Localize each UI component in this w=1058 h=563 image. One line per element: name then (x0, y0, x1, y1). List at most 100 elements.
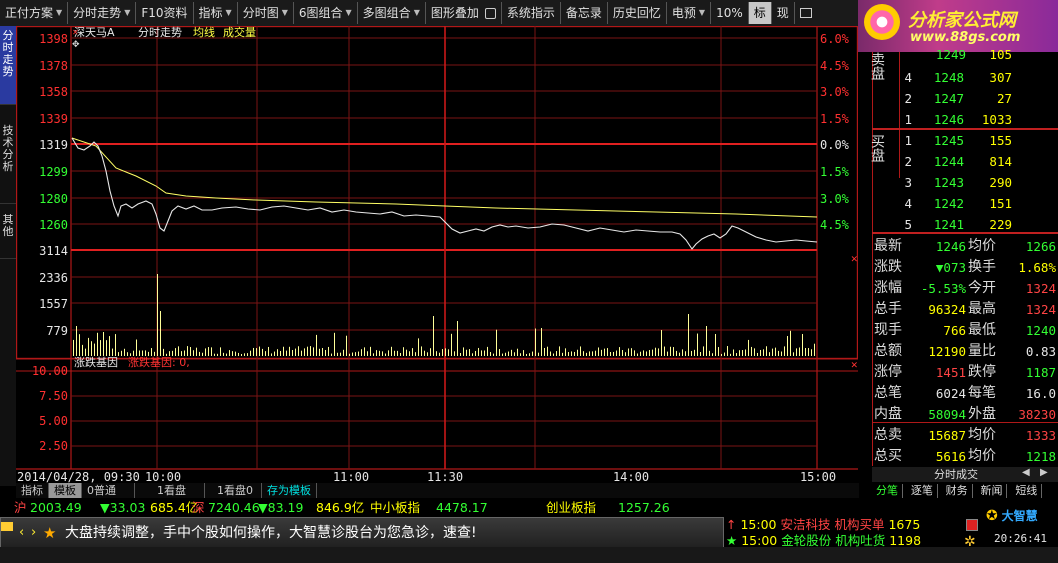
tab-ticks[interactable]: 分笔 (872, 484, 903, 498)
volume-bar (295, 348, 296, 356)
volume-bar (217, 353, 218, 356)
volume-bar (202, 352, 203, 356)
volume-bar (481, 350, 482, 356)
volume-bar (238, 352, 239, 356)
volume-bar (91, 341, 92, 356)
toolbar-plan-button[interactable]: 正付方案 ▼ (0, 2, 69, 24)
volume-bar (730, 353, 731, 356)
arrow-right-icon[interactable]: ▶ (1040, 467, 1048, 478)
tab-intraday[interactable]: 分时走势 (0, 26, 16, 105)
volume-bar (796, 348, 797, 356)
volume-bar (811, 349, 812, 356)
volume-bar (649, 350, 650, 356)
toolbar-intraday-button[interactable]: 分时走势 ▼ (68, 2, 137, 24)
toolbar-timechart-button[interactable]: 分时图 ▼ (238, 2, 294, 24)
volume-bar (793, 352, 794, 356)
volume-bar (418, 338, 419, 356)
svg-text:779: 779 (46, 324, 68, 338)
news-text[interactable]: 大盘持续调整，手中个股如何操作，大智慧诊股台为您急诊，速查! (65, 518, 477, 548)
volume-bar (610, 351, 611, 356)
volume-bar (736, 353, 737, 356)
volume-bar (73, 339, 74, 356)
alert-row[interactable]: ↑ 15:00 安洁科技 机构买单 1675 (726, 517, 920, 533)
volume-bar (433, 316, 434, 356)
toolbar-multigrid-button[interactable]: 多图组合 ▼ (358, 2, 426, 24)
tab-technical[interactable]: 技术分析 (0, 121, 16, 204)
close-icon[interactable]: ✕ (72, 28, 79, 37)
arrow-left-icon[interactable]: ◀ (1022, 467, 1030, 478)
volume-bar (76, 326, 77, 356)
volume-bar (568, 352, 569, 356)
tab-trades[interactable]: 逐笔 (907, 484, 938, 498)
tab-news[interactable]: 新闻 (976, 484, 1008, 498)
tab-shortline[interactable]: 短线 (1011, 484, 1043, 498)
chevron-down-icon: ▼ (345, 8, 352, 17)
volume-bar (487, 346, 488, 356)
volume-bar (430, 348, 431, 356)
tab-indicator[interactable]: 指标 (16, 483, 49, 498)
volume-bar (391, 346, 392, 356)
toolbar-percent-button[interactable]: 10% (711, 2, 749, 24)
toolbar-mark-button[interactable]: 标 (748, 2, 772, 24)
volume-bar (766, 346, 767, 356)
toolbar-close-button[interactable] (795, 2, 817, 24)
quote-row: 总笔 6024 每笔 16.0 (874, 385, 1056, 401)
template-tabs: 指标 模板 0普通 1看盘 1看盘0 存为模板 (16, 483, 859, 498)
tab-other[interactable]: 其他 (0, 210, 16, 259)
volume-bar (289, 346, 290, 356)
toolbar-system-button[interactable]: 系统指示 (502, 2, 561, 24)
toolbar-indicator-button[interactable]: 指标 ▼ (194, 2, 238, 24)
stop-icon[interactable] (966, 519, 978, 531)
tab-template[interactable]: 模板 (49, 483, 82, 498)
volume-bar (346, 335, 347, 356)
volume-bar (310, 346, 311, 356)
envelope-icon[interactable] (1, 522, 13, 531)
volume-bar (745, 349, 746, 356)
toolbar-alert-button[interactable]: 电预 ▼ (667, 2, 712, 24)
close-icon[interactable]: ✕ (850, 255, 858, 265)
volume-bar (637, 353, 638, 356)
volume-bar (316, 334, 317, 356)
news-bar[interactable]: ‹ › ★ 大盘持续调整，手中个股如何操作，大智慧诊股台为您急诊，速查! (0, 517, 724, 549)
volume-axis: 3114 2336 1557 779 (39, 244, 68, 338)
pin-icon[interactable]: ✥ (72, 40, 80, 50)
svg-text:4.5%: 4.5% (820, 59, 850, 73)
svg-text:1280: 1280 (39, 192, 68, 206)
stock-name: 深天马A (74, 26, 115, 39)
volume-bar (85, 348, 86, 356)
tab-finance[interactable]: 财务 (942, 484, 973, 498)
volume-bar (439, 352, 440, 356)
toolbar-overlay-button[interactable]: 图形叠加 (426, 2, 502, 24)
close-icon[interactable]: ✕ (850, 361, 858, 371)
tab-normal[interactable]: 0普通 (82, 483, 135, 498)
volume-bar (268, 346, 269, 356)
volume-bar (592, 351, 593, 356)
toolbar-6grid-button[interactable]: 6图组合 ▼ (294, 2, 358, 24)
volume-bar (256, 348, 257, 356)
tab-watch[interactable]: 1看盘 (135, 483, 205, 498)
volume-bar (292, 350, 293, 356)
toolbar-now-button[interactable]: 现 (772, 2, 795, 24)
svg-text:0.0%: 0.0% (820, 138, 850, 152)
prev-news-icon[interactable]: ‹ (19, 518, 24, 548)
volume-bar (547, 346, 548, 356)
volume-bar (415, 352, 416, 356)
tab-save-template[interactable]: 存为模板 (262, 483, 317, 498)
volume-bar (808, 348, 809, 356)
volume-bar (304, 348, 305, 356)
volume-bar (619, 347, 620, 356)
volume-bar (223, 352, 224, 356)
next-news-icon[interactable]: › (31, 518, 36, 548)
toolbar-history-button[interactable]: 历史回忆 (608, 2, 667, 24)
toolbar-f10-button[interactable]: F10资料 (136, 2, 194, 24)
volume-bar (760, 349, 761, 356)
volume-bar (529, 353, 530, 356)
volume-bar (442, 349, 443, 356)
quote-row: 内盘 58094 外盘 38230 (874, 406, 1056, 422)
toolbar-memo-button[interactable]: 备忘录 (561, 2, 608, 24)
volume-bar (124, 348, 125, 356)
tab-watch0[interactable]: 1看盘0 (205, 483, 262, 498)
svg-text:7.50: 7.50 (39, 389, 68, 403)
left-tabs: 分时走势 技术分析 其他 (0, 26, 16, 486)
volume-bar (331, 353, 332, 356)
